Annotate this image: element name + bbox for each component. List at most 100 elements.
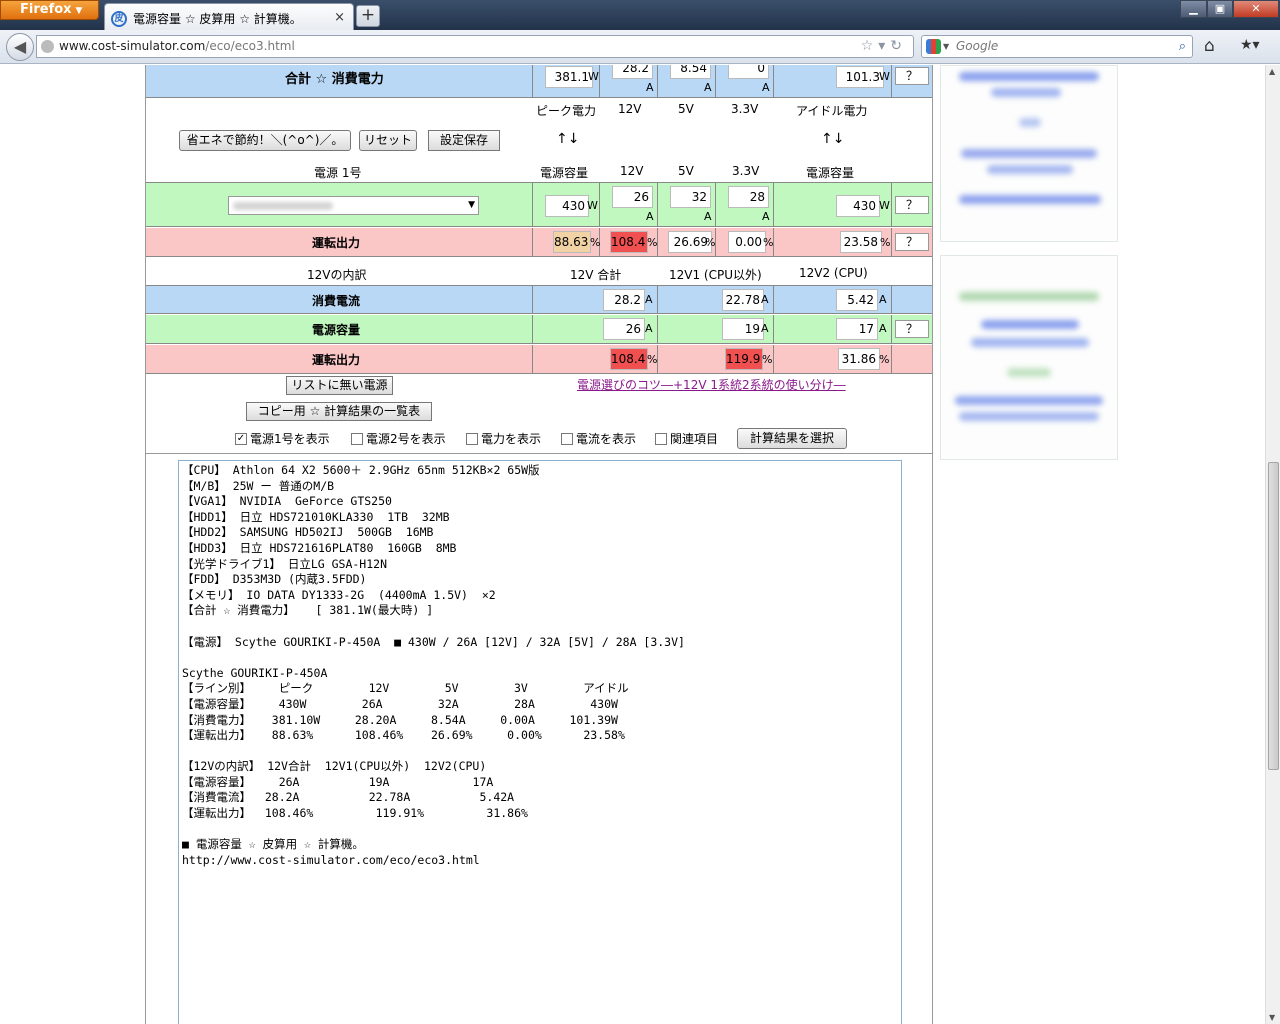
checkbox-show-power[interactable]: 電力を表示 [466, 430, 541, 447]
split-capacity-row: 電源容量 26 A 19 A 17 A ？ [146, 315, 932, 344]
scrollbar-thumb[interactable] [1268, 462, 1279, 770]
bookmark-star-icon[interactable]: ☆▾↻ [861, 36, 907, 57]
psu-33v-field[interactable]: 28 [728, 186, 769, 208]
minimize-button[interactable]: ▁ [1180, 0, 1207, 18]
url-bar[interactable]: www.cost-simulator.com/eco/eco3.html ☆▾↻ [36, 35, 914, 58]
checkbox-label: 電源1号を表示 [250, 432, 330, 446]
capacity-label: 電源容量 [312, 323, 361, 337]
copy-list-button[interactable]: コピー用 ☆ 計算結果の一覧表 [246, 402, 432, 421]
chevron-down-icon: ▼ [468, 200, 475, 210]
total-peak-field[interactable]: 381.1 [545, 66, 593, 88]
search-icon[interactable]: ⌕ [1179, 36, 1186, 57]
blurred-psu-name [233, 202, 333, 210]
checkbox-icon [466, 432, 478, 445]
unit-pct: % [879, 353, 890, 366]
psu-12v-field[interactable]: 26 [612, 186, 653, 208]
unit-w: W [587, 199, 598, 212]
unit-a: A [646, 210, 654, 223]
back-arrow-icon: ◀ [13, 37, 27, 56]
checkbox-related[interactable]: 関連項目 [655, 430, 718, 447]
psu-tips-link[interactable]: 電源選びのコツ―+12V 1系統2系統の使い分け― [577, 376, 846, 393]
split-load-12v1[interactable]: 119.9 [725, 348, 763, 370]
total-5v-field[interactable]: 8.54 [670, 65, 711, 79]
load-idle-field[interactable]: 23.58 [840, 231, 882, 253]
unit-a: A [762, 210, 770, 223]
checkbox-icon [351, 432, 363, 445]
unit-a: A [762, 81, 770, 94]
split-current-12v1[interactable]: 22.78 [722, 289, 764, 311]
scroll-down-icon[interactable]: ▼ [1269, 1013, 1275, 1022]
split-capacity-12v1[interactable]: 19 [722, 318, 764, 340]
split-current-12v2[interactable]: 5.42 [836, 289, 878, 311]
total-33v-field[interactable]: 0 [728, 65, 769, 79]
checkbox-label: 電源2号を表示 [366, 432, 446, 446]
split-capacity-total[interactable]: 26 [603, 318, 645, 340]
psu-select[interactable]: ▼ [228, 196, 479, 215]
scroll-up-icon[interactable]: ▲ [1269, 67, 1275, 76]
no-list-psu-button[interactable]: リストに無い電源 [286, 376, 393, 395]
split-current-total[interactable]: 28.2 [603, 289, 645, 311]
result-textarea[interactable]: 【CPU】 Athlon 64 X2 5600＋ 2.9GHz 65nm 512… [178, 460, 902, 1024]
split-capacity-12v2[interactable]: 17 [836, 318, 878, 340]
12v1-header: 12V1 (CPU以外) [669, 268, 762, 282]
tab-close-icon[interactable]: × [334, 10, 345, 25]
firefox-menu-button[interactable]: Firefox ▼ [0, 0, 99, 20]
unit-a: A [645, 293, 653, 306]
bookmarks-menu-icon[interactable]: ★▾ [1240, 37, 1260, 53]
help-button[interactable]: ？ [895, 196, 929, 214]
page-content: 合計 ☆ 消費電力 381.1 W 28.2 A 8.54 A 0 A 101.… [0, 65, 1265, 1024]
save-settings-button[interactable]: 設定保存 [428, 130, 500, 151]
split-load-12v2[interactable]: 31.86 [838, 348, 880, 370]
sidebar-ad-box [940, 255, 1118, 460]
search-engine-dropdown-icon[interactable]: ▼ [943, 36, 949, 57]
12v-header: 12V [618, 102, 642, 116]
psu-capacity-field[interactable]: 430 [545, 195, 589, 217]
tab-active[interactable]: 皮 電源容量 ☆ 皮算用 ☆ 計算機。 × [104, 3, 354, 30]
help-button[interactable]: ？ [895, 320, 929, 338]
sort-arrows-icon[interactable]: ↑↓ [821, 131, 844, 147]
vertical-scrollbar[interactable]: ▲ ▼ [1265, 65, 1280, 1024]
checkbox-show-psu2[interactable]: 電源2号を表示 [351, 430, 446, 447]
sort-arrows-icon[interactable]: ↑↓ [556, 131, 579, 147]
help-button[interactable]: ？ [895, 233, 929, 251]
sidebar [940, 65, 1118, 460]
unit-w: W [588, 70, 599, 83]
new-tab-button[interactable]: + [356, 5, 380, 27]
unit-w: W [879, 70, 890, 83]
unit-a: A [761, 293, 769, 306]
load-peak-field[interactable]: 88.63 [553, 231, 591, 253]
total-12v-field[interactable]: 28.2 [612, 65, 653, 79]
firefox-label: Firefox [20, 2, 72, 17]
home-icon[interactable]: ⌂ [1204, 36, 1215, 56]
psu-1-label: 電源 1号 [314, 166, 362, 180]
google-icon[interactable] [926, 39, 941, 54]
psu-5v-field[interactable]: 32 [670, 186, 711, 208]
total-power-row: 合計 ☆ 消費電力 381.1 W 28.2 A 8.54 A 0 A 101.… [146, 65, 932, 98]
maximize-button[interactable]: ▣ [1207, 0, 1233, 18]
site-identity-icon[interactable] [41, 40, 54, 53]
help-button[interactable]: ？ [895, 67, 929, 85]
calculator-panel: 合計 ☆ 消費電力 381.1 W 28.2 A 8.54 A 0 A 101.… [145, 65, 933, 1024]
url-domain: www.cost-simulator.com [59, 39, 206, 53]
search-bar[interactable]: ▼ Google ⌕ [921, 35, 1193, 58]
checkbox-show-current[interactable]: 電流を表示 [561, 430, 636, 447]
tab-title: 電源容量 ☆ 皮算用 ☆ 計算機。 [133, 12, 302, 26]
checkbox-label: 電流を表示 [576, 432, 637, 446]
12v-total-header: 12V 合計 [570, 268, 622, 282]
unit-pct: % [705, 236, 716, 249]
unit-a: A [879, 293, 887, 306]
total-power-label: 合計 ☆ 消費電力 [285, 72, 384, 87]
split-load-total[interactable]: 108.4 [610, 348, 648, 370]
load-33v-field[interactable]: 0.00 [728, 231, 766, 253]
close-window-button[interactable]: ✕ [1233, 0, 1279, 18]
psu-capacity-header: 電源容量 [540, 166, 589, 180]
checkbox-show-psu1[interactable]: ✓ 電源1号を表示 [235, 430, 330, 447]
load-12v-field[interactable]: 108.4 [610, 231, 648, 253]
unit-w: W [879, 199, 890, 212]
psu-capacity2-field[interactable]: 430 [836, 195, 880, 217]
select-result-button[interactable]: 計算結果を選択 [737, 428, 847, 449]
reset-button[interactable]: リセット [359, 130, 417, 151]
back-button[interactable]: ◀ [6, 33, 34, 61]
total-idle-field[interactable]: 101.3 [836, 66, 884, 88]
save-energy-button[interactable]: 省エネで節約！＼(^o^)／。 [179, 130, 351, 151]
